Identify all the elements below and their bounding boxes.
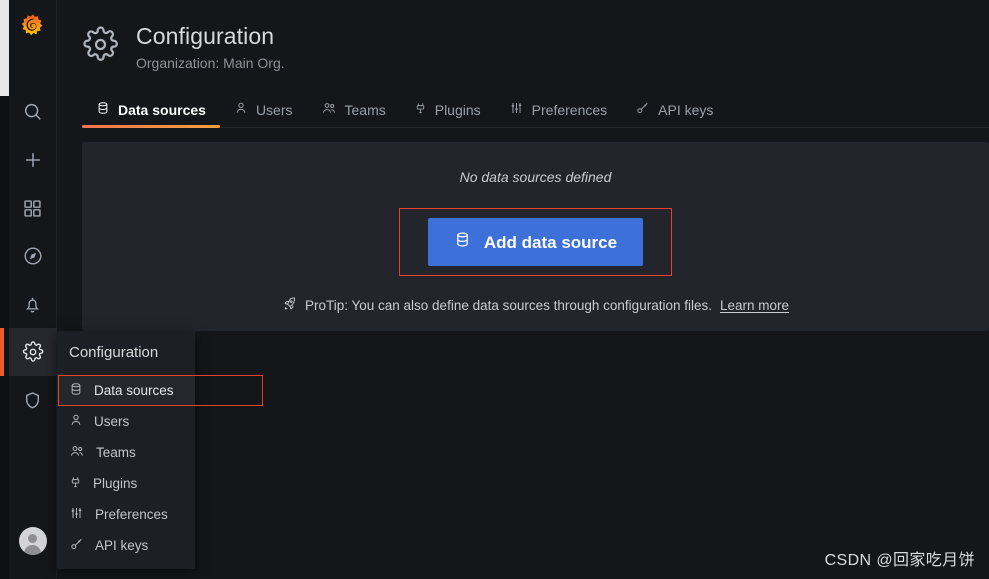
configuration-flyout-menu: Configuration Data sources Users Teams P… (57, 331, 263, 569)
user-icon (234, 101, 248, 118)
page-header: Configuration Organization: Main Org. (57, 0, 989, 72)
page-subtitle: Organization: Main Org. (136, 55, 285, 71)
database-icon (454, 231, 471, 253)
bell-icon (22, 294, 43, 315)
apps-grid-icon (22, 198, 43, 219)
sidebar-nav-rail (0, 0, 57, 579)
flyout-item-label: Plugins (93, 476, 138, 491)
sidebar-item-profile[interactable] (9, 517, 57, 565)
tab-data-sources[interactable]: Data sources (82, 95, 220, 128)
flyout-item-teams[interactable]: Teams (57, 437, 195, 468)
users-icon (321, 101, 337, 118)
plug-icon (69, 475, 82, 492)
plus-icon (22, 149, 44, 171)
key-icon (635, 101, 650, 118)
tab-plugins[interactable]: Plugins (400, 95, 495, 127)
tab-label: Data sources (118, 101, 206, 118)
tab-preferences[interactable]: Preferences (495, 95, 621, 127)
empty-state-text: No data sources defined (459, 169, 612, 185)
tab-label: Users (255, 101, 293, 118)
protip-learn-more-link[interactable]: Learn more (720, 298, 789, 313)
flyout-item-api-keys[interactable]: API keys (57, 530, 195, 561)
plug-icon (414, 101, 427, 118)
rocket-icon (282, 296, 297, 314)
sliders-icon (509, 101, 524, 118)
sidebar-item-create[interactable] (9, 136, 57, 184)
compass-icon (22, 245, 44, 267)
sidebar-item-explore[interactable] (9, 232, 57, 280)
main-region: Configuration Organization: Main Org. Da… (57, 0, 989, 579)
sidebar-item-alerting[interactable] (9, 280, 57, 328)
tab-users[interactable]: Users (220, 95, 307, 127)
watermark-text: CSDN @回家吃月饼 (824, 552, 975, 569)
database-icon (69, 382, 83, 399)
user-avatar-icon (18, 527, 47, 555)
add-data-source-annotation-box: Add data source (398, 208, 673, 276)
flyout-item-preferences[interactable]: Preferences (57, 499, 195, 530)
tab-label: API keys (658, 101, 714, 118)
sidebar-item-configuration[interactable] (0, 328, 57, 376)
tab-label: Plugins (434, 101, 481, 118)
users-icon (69, 444, 85, 461)
sidebar-item-server-admin[interactable] (9, 376, 57, 424)
content-wrap: No data sources defined Add data source (82, 128, 989, 331)
flyout-item-label: Teams (96, 445, 136, 460)
sliders-icon (69, 506, 84, 523)
flyout-item-label: Users (94, 414, 130, 429)
data-sources-panel: No data sources defined Add data source (82, 142, 989, 331)
flyout-title: Configuration (69, 344, 159, 361)
tab-label: Preferences (531, 101, 608, 118)
flyout-item-data-sources[interactable]: Data sources (57, 375, 263, 406)
flyout-item-users[interactable]: Users (57, 406, 195, 437)
page-title: Configuration (136, 23, 275, 49)
protip-text: ProTip: You can also define data sources… (304, 297, 712, 313)
flyout-item-plugins[interactable]: Plugins (57, 468, 195, 499)
user-icon (69, 413, 83, 430)
gear-icon (22, 341, 44, 363)
flyout-item-label: API keys (95, 538, 149, 553)
tab-api-keys[interactable]: API keys (621, 95, 727, 127)
sidebar-item-dashboards[interactable] (9, 184, 57, 232)
add-data-source-button[interactable]: Add data source (427, 218, 644, 266)
protip-row: ProTip: You can also define data sources… (82, 296, 989, 314)
flyout-item-label: Preferences (95, 507, 168, 522)
sidebar-item-search[interactable] (9, 88, 57, 136)
search-icon (22, 101, 44, 123)
add-data-source-label: Add data source (483, 232, 618, 252)
grafana-logo-icon[interactable] (9, 4, 57, 48)
grafana-app-window: Configuration Organization: Main Org. Da… (0, 0, 989, 579)
flyout-item-label: Data sources (94, 383, 174, 398)
tab-teams[interactable]: Teams (307, 95, 400, 127)
shield-icon (22, 390, 43, 411)
tab-label: Teams (344, 101, 386, 118)
gear-icon (82, 26, 119, 68)
database-icon (96, 101, 110, 118)
tab-bar: Data sources Users Teams Plugins Prefere… (82, 95, 989, 128)
key-icon (69, 537, 84, 554)
